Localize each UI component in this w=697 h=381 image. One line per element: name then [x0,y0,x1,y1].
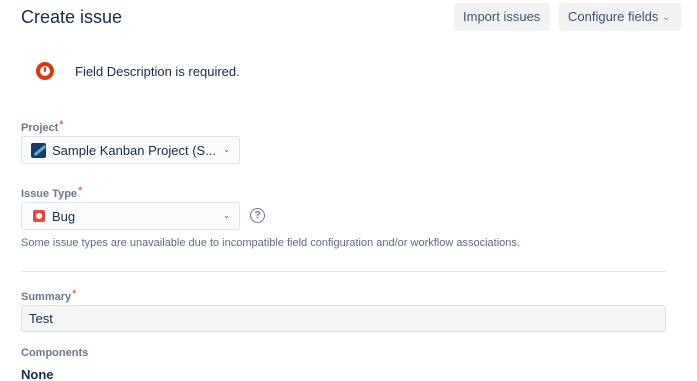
page-title: Create issue [21,7,123,27]
issue-type-select-value: Bug [52,209,76,224]
required-marker: * [59,119,64,131]
import-issues-button[interactable]: Import issues [454,3,550,31]
section-divider [21,271,666,272]
project-avatar-icon [31,143,46,158]
required-marker: * [78,185,83,197]
project-label-text: Project [21,122,59,134]
issue-type-select[interactable]: Bug ⌄ [21,202,240,230]
bug-icon [33,210,45,222]
issue-type-hint: Some issue types are unavailable due to … [21,237,520,249]
components-value[interactable]: None [21,367,54,381]
chevron-down-icon: ⌄ [662,12,670,22]
project-select[interactable]: Sample Kanban Project (S... ⌄ [21,136,240,164]
chevron-down-icon: ⌄ [223,211,230,220]
summary-label-text: Summary [21,291,72,303]
create-issue-page: Create issue Import issues Configure fie… [0,0,697,381]
configure-fields-button[interactable]: Configure fields ⌄ [559,3,681,31]
issue-type-label: Issue Type* [21,185,83,200]
summary-label: Summary* [21,288,77,303]
import-issues-label: Import issues [463,9,541,24]
error-message-text: Field Description is required. [75,64,240,79]
summary-input[interactable]: Test [21,305,666,332]
components-label: Components [21,347,89,359]
chevron-down-icon: ⌄ [223,145,230,154]
configure-fields-label: Configure fields [568,9,659,24]
issue-type-label-text: Issue Type [21,188,78,200]
error-icon [36,62,54,80]
project-select-value: Sample Kanban Project (S... [52,143,217,158]
required-marker: * [72,288,77,300]
help-icon[interactable]: ? [250,208,265,223]
project-label: Project* [21,119,64,134]
